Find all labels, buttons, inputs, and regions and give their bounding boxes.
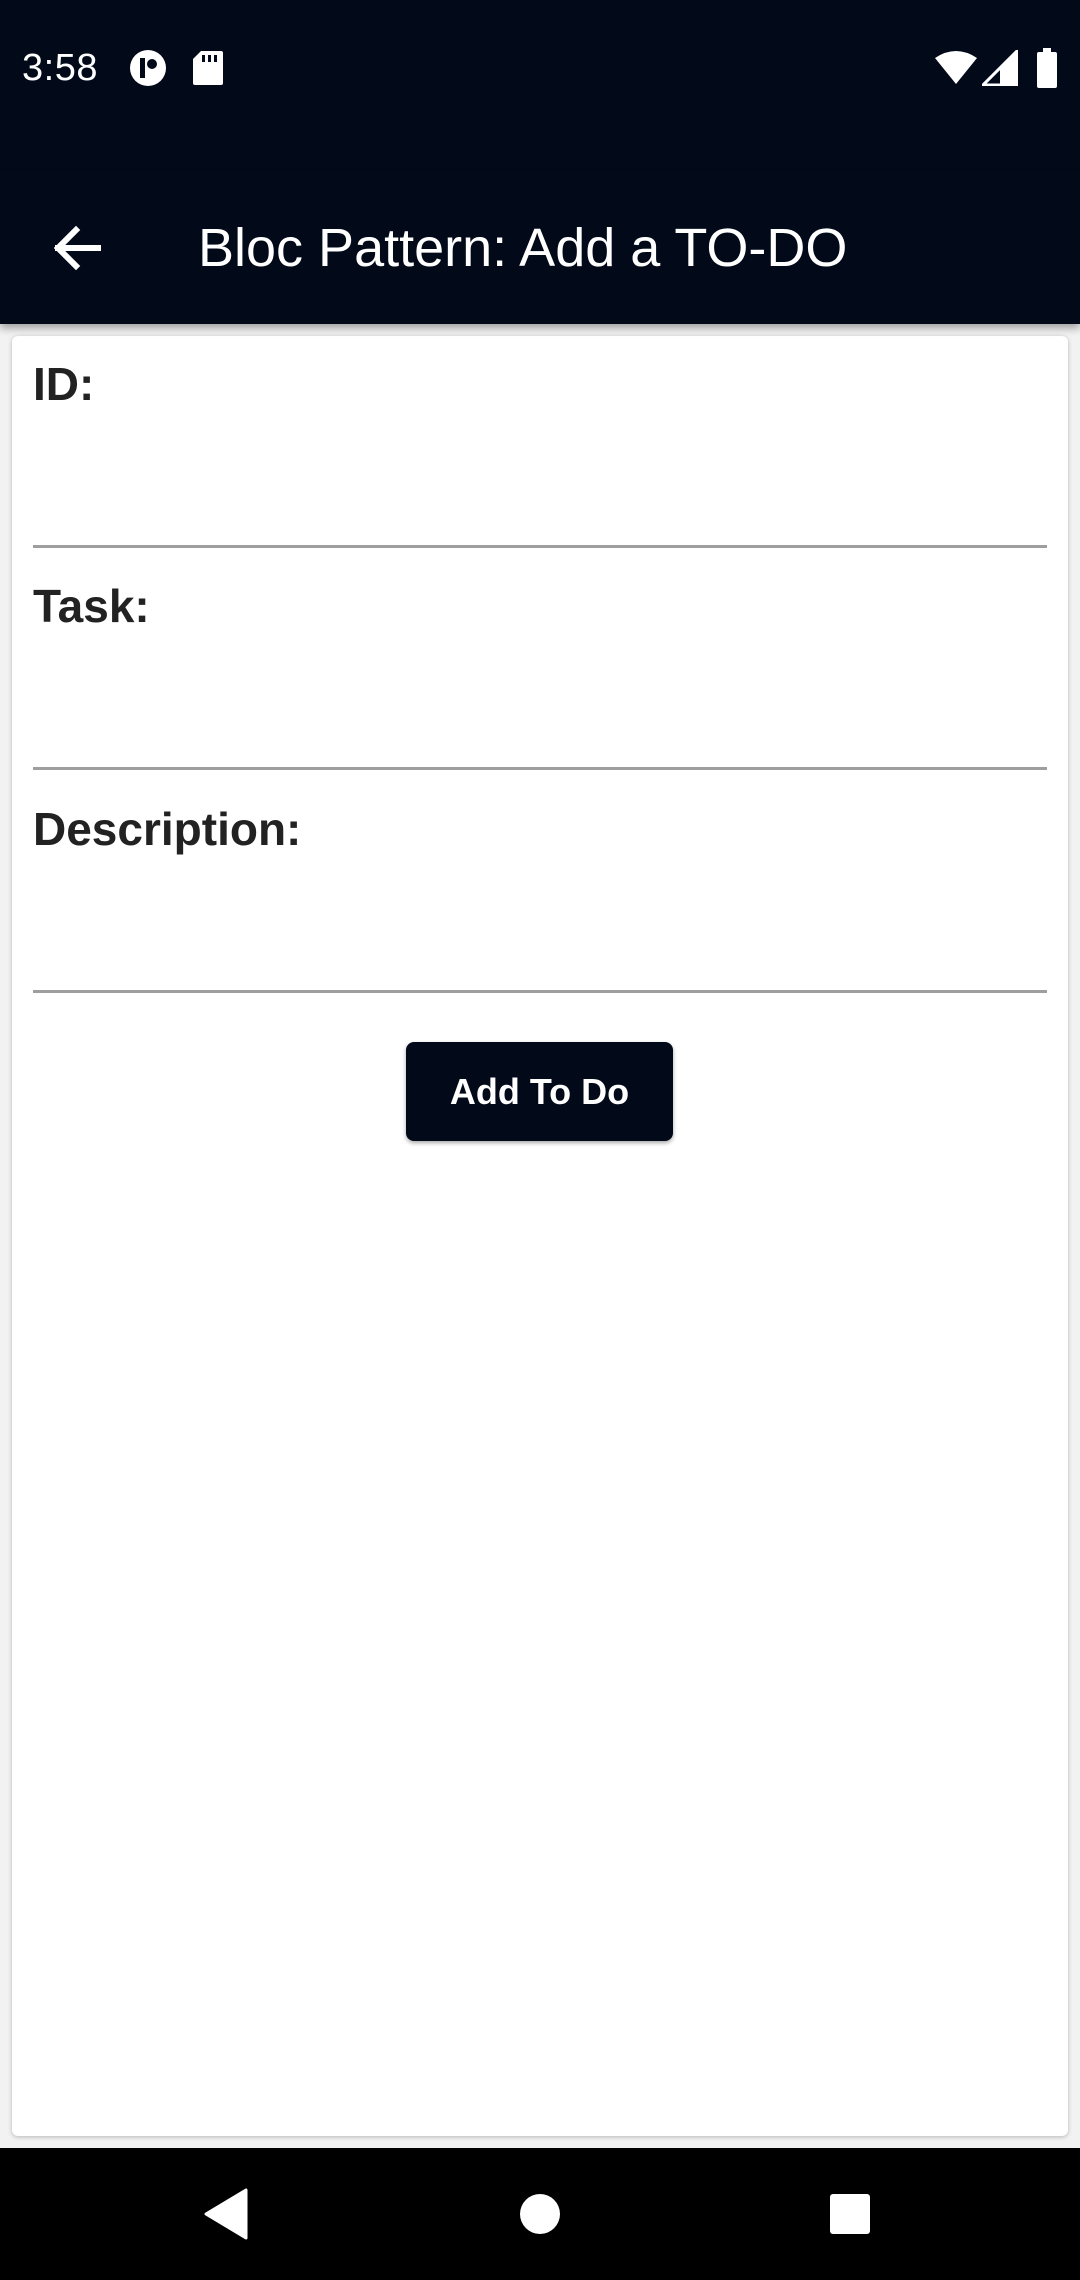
id-label: ID: [33,358,95,410]
id-field: ID: [33,336,1047,548]
task-underline [33,767,1047,770]
sd-card-icon [193,51,223,85]
task-label: Task: [33,580,150,632]
app-bar: Bloc Pattern: Add a TO-DO [0,172,1080,324]
form-card: ID: Task: Description: [12,336,1068,2136]
wifi-icon [935,51,977,84]
nav-recents-icon [830,2194,870,2234]
description-underline [33,990,1047,993]
battery-icon [1037,48,1057,88]
id-underline [33,545,1047,548]
id-input[interactable] [33,432,1047,516]
description-field: Description: [33,781,1047,993]
cell-signal-icon [982,50,1018,86]
page-title: Bloc Pattern: Add a TO-DO [198,218,848,278]
description-label: Description: [33,803,302,855]
system-nav-bar [0,2148,1080,2280]
nav-home-icon [520,2194,560,2234]
nav-recents-button[interactable] [810,2174,890,2254]
nav-back-button[interactable] [186,2174,266,2254]
nav-back-icon [204,2188,248,2240]
status-bar: 3:58 [0,0,1080,172]
back-button[interactable] [36,208,116,288]
add-todo-button[interactable]: Add To Do [406,1042,673,1141]
nav-home-button[interactable] [500,2174,580,2254]
description-input[interactable] [33,877,1047,961]
media-icon [130,50,166,86]
task-input[interactable] [33,654,1047,738]
status-time: 3:58 [22,47,98,89]
arrow-back-icon [53,225,101,271]
task-field: Task: [33,558,1047,770]
